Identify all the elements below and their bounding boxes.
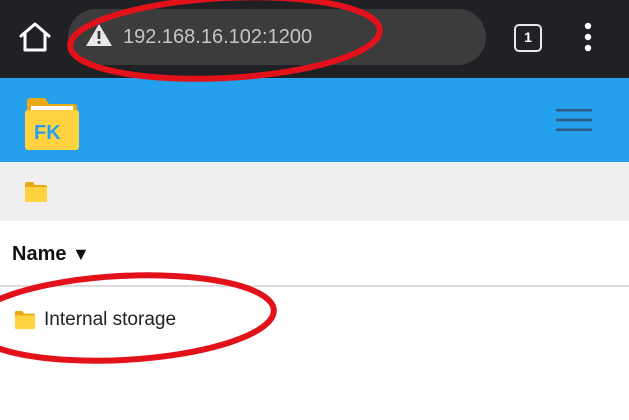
column-header-label[interactable]: Name xyxy=(12,243,66,265)
sort-down-icon[interactable]: ▼ xyxy=(72,244,90,264)
folder-icon xyxy=(14,310,36,330)
more-vertical-icon[interactable] xyxy=(578,20,598,54)
name-column-header[interactable]: Name ▼ xyxy=(0,221,629,287)
app-logo[interactable]: FK xyxy=(23,96,81,152)
tab-switcher-button[interactable]: 1 xyxy=(514,24,542,52)
hamburger-menu-icon[interactable] xyxy=(556,108,592,132)
address-bar[interactable]: 192.168.16.102:1200 xyxy=(68,9,486,65)
list-item[interactable]: Internal storage xyxy=(0,300,629,340)
warning-triangle-icon[interactable] xyxy=(85,23,113,47)
app-header: FK xyxy=(0,78,629,162)
file-name[interactable]: Internal storage xyxy=(44,308,176,332)
browser-toolbar: 192.168.16.102:1200 1 xyxy=(0,0,629,78)
url-text[interactable]: 192.168.16.102:1200 xyxy=(123,24,312,50)
logo-text: FK xyxy=(34,122,61,144)
home-icon[interactable] xyxy=(17,21,53,53)
folder-icon[interactable] xyxy=(24,181,48,203)
breadcrumb xyxy=(0,162,629,221)
